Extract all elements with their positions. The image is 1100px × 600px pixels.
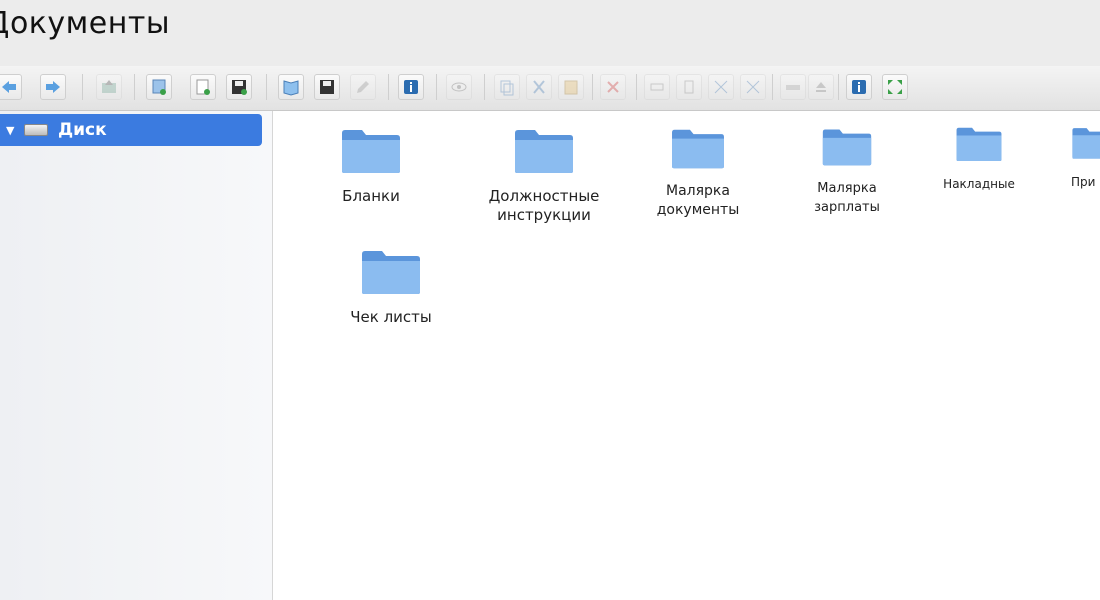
folder-label: Чек листы bbox=[350, 308, 432, 326]
fullscreen-button[interactable] bbox=[882, 74, 908, 100]
sidebar-item-disk[interactable]: ▼ Диск bbox=[0, 114, 262, 146]
toolbar-separator bbox=[266, 74, 267, 100]
folder-icon bbox=[1072, 128, 1100, 159]
delete-button[interactable] bbox=[600, 74, 626, 100]
properties-button[interactable] bbox=[676, 74, 702, 100]
compress-button[interactable] bbox=[708, 74, 734, 100]
folder-icon bbox=[822, 129, 872, 166]
copy-icon bbox=[500, 80, 514, 96]
new-file-icon bbox=[196, 79, 210, 95]
folder-item[interactable]: Чек листы bbox=[321, 248, 461, 327]
book-icon bbox=[283, 80, 299, 96]
extract-button[interactable] bbox=[740, 74, 766, 100]
toolbar-separator bbox=[592, 74, 593, 100]
compress-icon bbox=[714, 80, 728, 94]
folder-up-icon bbox=[102, 80, 116, 93]
folder-label: Бланки bbox=[342, 187, 400, 205]
new-folder-button[interactable] bbox=[146, 74, 172, 100]
toolbar-separator bbox=[636, 74, 637, 100]
eye-icon bbox=[451, 82, 467, 92]
folder-icon bbox=[956, 127, 1002, 162]
arrow-left-icon bbox=[2, 81, 16, 93]
fullscreen-icon bbox=[888, 80, 902, 94]
folder-icon bbox=[362, 251, 420, 294]
drive-button[interactable] bbox=[780, 74, 806, 100]
toolbar-separator bbox=[436, 74, 437, 100]
info-button[interactable] bbox=[398, 74, 424, 100]
sidebar-item-label: Диск bbox=[58, 120, 107, 140]
save-icon bbox=[320, 80, 334, 94]
up-folder-button[interactable] bbox=[96, 74, 122, 100]
folder-item[interactable]: Малярка зарплаты bbox=[793, 127, 901, 217]
folder-item[interactable]: Малярка документы bbox=[635, 127, 761, 220]
folder-icon bbox=[672, 129, 724, 169]
cut-icon bbox=[533, 80, 545, 94]
file-view: Бланки Должностные инструкции Малярка до… bbox=[273, 111, 1100, 600]
folder-label: Должностные инструкции bbox=[488, 187, 600, 224]
new-file-button[interactable] bbox=[190, 74, 216, 100]
edit-button[interactable] bbox=[350, 74, 376, 100]
toolbar-separator bbox=[134, 74, 135, 100]
view-button[interactable] bbox=[446, 74, 472, 100]
eject-button[interactable] bbox=[808, 74, 834, 100]
paste-icon bbox=[564, 80, 578, 95]
rename-button[interactable] bbox=[644, 74, 670, 100]
delete-icon bbox=[607, 81, 619, 93]
toolbar-separator bbox=[388, 74, 389, 100]
expand-arrow-icon[interactable]: ▼ bbox=[6, 124, 18, 137]
folder-item[interactable]: Накладные bbox=[929, 125, 1029, 194]
toolbar-separator bbox=[772, 74, 773, 100]
toolbar-separator bbox=[484, 74, 485, 100]
cut-button[interactable] bbox=[526, 74, 552, 100]
folder-icon bbox=[515, 130, 573, 173]
folder-label: Малярка зарплаты bbox=[814, 181, 880, 215]
back-button[interactable] bbox=[0, 74, 22, 100]
save-button[interactable] bbox=[226, 74, 252, 100]
new-folder-icon bbox=[152, 79, 166, 95]
copy-button[interactable] bbox=[494, 74, 520, 100]
toolbar-separator bbox=[838, 74, 839, 100]
folder-icon bbox=[342, 130, 400, 173]
save-as-button[interactable] bbox=[314, 74, 340, 100]
folder-label: Малярка документы bbox=[656, 183, 740, 218]
window-title: Документы bbox=[0, 6, 171, 41]
eject-icon bbox=[816, 82, 826, 92]
drive-icon bbox=[786, 85, 800, 90]
info-icon bbox=[404, 80, 418, 94]
sidebar: ▼ Диск bbox=[0, 111, 273, 600]
folder-label: Накладные bbox=[943, 177, 1015, 191]
help-icon bbox=[852, 80, 866, 94]
extract-icon bbox=[746, 80, 760, 94]
folder-item[interactable]: При bbox=[1071, 125, 1100, 192]
arrow-right-icon bbox=[46, 81, 60, 93]
folder-item[interactable]: Бланки bbox=[301, 127, 441, 206]
forward-button[interactable] bbox=[40, 74, 66, 100]
pencil-icon bbox=[357, 81, 369, 93]
paste-button[interactable] bbox=[558, 74, 584, 100]
properties-icon bbox=[684, 80, 694, 94]
help-button[interactable] bbox=[846, 74, 872, 100]
save-icon bbox=[232, 80, 247, 95]
open-button[interactable] bbox=[278, 74, 304, 100]
drive-icon bbox=[24, 124, 48, 136]
rename-icon bbox=[650, 83, 664, 91]
folder-label: При bbox=[1071, 175, 1096, 189]
toolbar bbox=[0, 66, 1100, 111]
folder-item[interactable]: Должностные инструкции bbox=[469, 127, 619, 225]
toolbar-separator bbox=[82, 74, 83, 100]
